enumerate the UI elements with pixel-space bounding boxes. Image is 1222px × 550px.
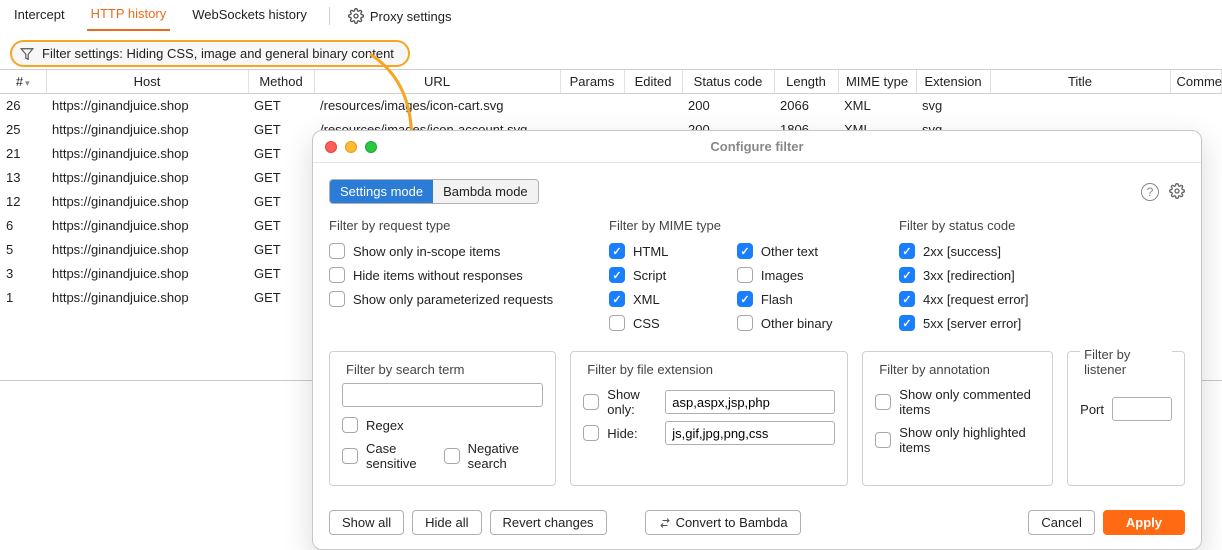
show-all-button[interactable]: Show all xyxy=(329,510,404,535)
tab-websockets-history[interactable]: WebSockets history xyxy=(188,3,311,30)
negative-search-checkbox[interactable] xyxy=(444,448,460,464)
help-icon[interactable]: ? xyxy=(1141,183,1159,201)
parameterized-checkbox[interactable] xyxy=(329,291,345,307)
port-input[interactable] xyxy=(1112,397,1172,421)
col-edited[interactable]: Edited xyxy=(624,70,682,94)
col-extension[interactable]: Extension xyxy=(916,70,990,94)
bambda-mode-tab[interactable]: Bambda mode xyxy=(433,180,538,203)
show-only-ext-input[interactable] xyxy=(665,390,835,414)
status-2xx-checkbox[interactable] xyxy=(899,243,915,259)
col-params[interactable]: Params xyxy=(560,70,624,94)
col-status[interactable]: Status code xyxy=(682,70,774,94)
commented-checkbox[interactable] xyxy=(875,394,891,410)
mime-other-text-checkbox[interactable] xyxy=(737,243,753,259)
configure-filter-dialog: Configure filter Settings mode Bambda mo… xyxy=(312,130,1202,550)
regex-checkbox[interactable] xyxy=(342,417,358,433)
funnel-icon xyxy=(20,47,34,61)
hide-no-response-checkbox[interactable] xyxy=(329,267,345,283)
status-4xx-checkbox[interactable] xyxy=(899,291,915,307)
mime-css-checkbox[interactable] xyxy=(609,315,625,331)
settings-mode-tab[interactable]: Settings mode xyxy=(330,180,433,203)
col-length[interactable]: Length xyxy=(774,70,838,94)
col-host[interactable]: Host xyxy=(46,70,248,94)
filter-listener-label: Filter by listener xyxy=(1080,347,1172,377)
filter-settings-bar[interactable]: Filter settings: Hiding CSS, image and g… xyxy=(10,40,410,67)
filter-status-label: Filter by status code xyxy=(899,218,1029,233)
filter-search-label: Filter by search term xyxy=(342,362,468,377)
mime-other-binary-checkbox[interactable] xyxy=(737,315,753,331)
mode-segmented-control: Settings mode Bambda mode xyxy=(329,179,539,204)
gear-icon xyxy=(348,8,364,24)
table-row[interactable]: 26https://ginandjuice.shopGET/resources/… xyxy=(0,94,1222,118)
col-index[interactable]: #▾ xyxy=(0,70,46,94)
status-3xx-checkbox[interactable] xyxy=(899,267,915,283)
convert-to-bambda-button[interactable]: Convert to Bambda xyxy=(645,510,801,535)
filter-settings-text: Filter settings: Hiding CSS, image and g… xyxy=(42,46,394,61)
hide-ext-checkbox[interactable] xyxy=(583,425,599,441)
mime-flash-checkbox[interactable] xyxy=(737,291,753,307)
filter-extension-label: Filter by file extension xyxy=(583,362,717,377)
sort-desc-icon: ▾ xyxy=(25,78,30,88)
filter-annotation-label: Filter by annotation xyxy=(875,362,994,377)
tabs-bar: Intercept HTTP history WebSockets histor… xyxy=(0,0,1222,32)
in-scope-checkbox[interactable] xyxy=(329,243,345,259)
zoom-icon[interactable] xyxy=(365,141,377,153)
hide-ext-input[interactable] xyxy=(665,421,835,445)
search-term-input[interactable] xyxy=(342,383,543,407)
dialog-title: Configure filter xyxy=(377,139,1137,154)
table-header-row: #▾ Host Method URL Params Edited Status … xyxy=(0,70,1222,94)
cancel-button[interactable]: Cancel xyxy=(1028,510,1094,535)
apply-button[interactable]: Apply xyxy=(1103,510,1185,535)
tab-intercept[interactable]: Intercept xyxy=(10,3,69,30)
col-method[interactable]: Method xyxy=(248,70,314,94)
close-icon[interactable] xyxy=(325,141,337,153)
dialog-footer: Show all Hide all Revert changes Convert… xyxy=(329,510,1185,535)
proxy-settings-label: Proxy settings xyxy=(370,9,452,24)
hide-all-button[interactable]: Hide all xyxy=(412,510,481,535)
case-sensitive-checkbox[interactable] xyxy=(342,448,358,464)
status-5xx-checkbox[interactable] xyxy=(899,315,915,331)
filter-mime-label: Filter by MIME type xyxy=(609,218,869,233)
show-only-ext-checkbox[interactable] xyxy=(583,394,599,410)
gear-icon[interactable] xyxy=(1169,183,1185,199)
tab-separator xyxy=(329,7,330,25)
col-mime[interactable]: MIME type xyxy=(838,70,916,94)
mime-script-checkbox[interactable] xyxy=(609,267,625,283)
dialog-titlebar: Configure filter xyxy=(313,131,1201,163)
highlighted-checkbox[interactable] xyxy=(875,432,891,448)
tab-http-history[interactable]: HTTP history xyxy=(87,2,171,31)
port-label: Port xyxy=(1080,402,1104,417)
col-title[interactable]: Title xyxy=(990,70,1170,94)
filter-request-type-label: Filter by request type xyxy=(329,218,579,233)
minimize-icon[interactable] xyxy=(345,141,357,153)
mime-images-checkbox[interactable] xyxy=(737,267,753,283)
proxy-settings-link[interactable]: Proxy settings xyxy=(348,8,452,24)
mime-html-checkbox[interactable] xyxy=(609,243,625,259)
revert-changes-button[interactable]: Revert changes xyxy=(490,510,607,535)
mime-xml-checkbox[interactable] xyxy=(609,291,625,307)
swap-icon xyxy=(658,517,672,529)
col-comment[interactable]: Comment xyxy=(1170,70,1222,94)
col-url[interactable]: URL xyxy=(314,70,560,94)
